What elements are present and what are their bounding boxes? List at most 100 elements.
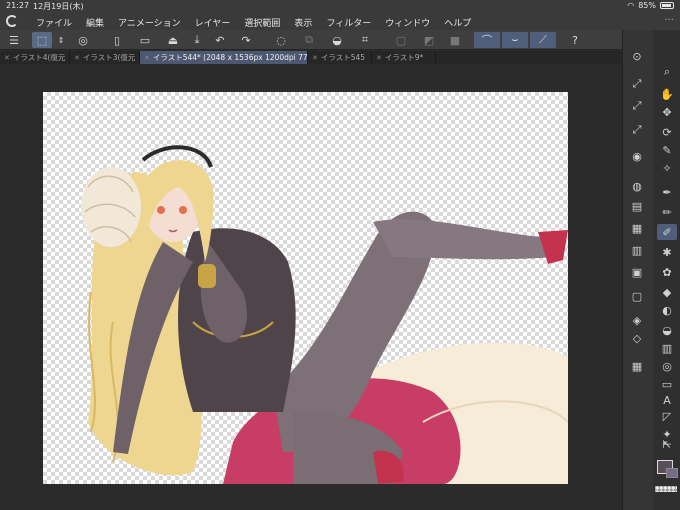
hand-tool-icon[interactable]: ✋ [657,86,677,102]
document-tab[interactable]: ✕ イラスト545 [308,51,372,64]
layer-icon[interactable]: ◇ [627,330,647,346]
gradient-icon[interactable]: ▥ [657,340,677,356]
close-tab-icon[interactable]: ✕ [312,54,318,62]
tab-label: イラスト545 [320,53,366,62]
figure-icon[interactable]: ◎ [657,358,677,374]
layer-search-icon[interactable]: ▦ [627,358,647,374]
airbrush-icon[interactable]: ✱ [657,244,677,260]
illustration-figure [81,145,568,484]
layer-c-icon[interactable]: ■ [446,32,464,48]
clock: 21:27 [6,1,30,10]
transparent-color-swatch[interactable] [655,486,677,492]
save-icon[interactable]: ⏏ [164,32,182,48]
battery-percent: 85% [638,1,656,10]
close-tab-icon[interactable]: ✕ [4,54,10,62]
sub-color-swatch[interactable] [666,468,678,478]
open-icon[interactable]: ▭ [136,32,154,48]
eyedropper-icon[interactable]: ✎ [657,142,677,158]
menu-item[interactable]: 選択範囲 [244,16,280,29]
workspace[interactable] [0,64,622,510]
menu-item[interactable]: アニメーション [118,16,181,29]
battery-icon [660,2,674,9]
color-slider-icon[interactable]: ▤ [627,198,647,214]
rotate-tool-icon[interactable]: ⟳ [657,124,677,140]
document-tab[interactable]: ✕ イラスト9* [372,51,436,64]
app-logo-icon[interactable] [6,15,18,27]
pen-b-icon[interactable]: ⌣ [502,32,528,48]
text-icon[interactable]: A [657,392,677,408]
pen-icon[interactable]: ✒ [657,184,677,200]
intermediate-color-icon[interactable]: ▥ [627,242,647,258]
fill-tool-icon[interactable]: ◒ [657,322,677,338]
close-tab-icon[interactable]: ✕ [144,54,150,62]
layer-a-icon[interactable]: ▢ [392,32,410,48]
tool-panel: ⊙ ⤢ ⤢ ⤢ ◉ ◍ ▤ ▦ ▥ ▣ ▢ ◈ ◇ ▦ ⌕ ✋ ✥ ⟳ ✎ ✧ ✒ ✏ ✐ ✱ ✿ ◆ ◐ ◒ ▥ ◎ ▭ A ◸ ✦ ⊢ ↖ [622,30,680,510]
eraser-icon[interactable]: ◆ [657,284,677,300]
wand-icon[interactable]: ✧ [657,160,677,176]
brush-size-icon[interactable]: ◉ [627,148,647,164]
blend-icon[interactable]: ◐ [657,302,677,318]
document-tab[interactable]: ✕ イラスト4(復元 [0,51,70,64]
wifi-icon: ◠ [627,1,635,10]
tab-label: イラスト544* (2048 x 1536px 1200dpi 77.2%) [152,53,308,62]
close-tab-icon[interactable]: ✕ [74,54,80,62]
menu-items: ファイル 編集 アニメーション レイヤー 選択範囲 表示 フィルター ウィンドウ ヘルプ [36,16,471,29]
brush-icon[interactable]: ✐ [657,224,677,240]
copy-icon[interactable]: ⧉ [300,32,318,48]
similar-color-icon[interactable]: ▣ [627,264,647,280]
help-icon[interactable]: ? [566,32,584,48]
stepper-icon[interactable]: ⇕ [56,32,66,48]
pencil-icon[interactable]: ✏ [657,204,677,220]
selection-icon[interactable]: ⬚ [32,32,52,48]
drawing-canvas[interactable] [43,92,568,484]
fit-icon[interactable]: ◎ [74,32,92,48]
tab-label: イラスト9* [384,53,424,62]
color-history-icon[interactable]: ▢ [627,288,647,304]
menu-item[interactable]: レイヤー [195,16,231,29]
tab-label: イラスト3(復元 [82,53,136,62]
tool-column: ⌕ ✋ ✥ ⟳ ✎ ✧ ✒ ✏ ✐ ✱ ✿ ◆ ◐ ◒ ▥ ◎ ▭ A ◸ ✦ ⊢ ↖ [653,30,680,510]
crop-icon[interactable]: ⌗ [356,32,374,48]
frame-icon[interactable]: ▭ [657,376,677,392]
zoom-icon[interactable]: ⊙ [627,48,647,64]
zoom-tool-icon[interactable]: ⌕ [657,64,677,80]
color-set-icon[interactable]: ▦ [627,220,647,236]
status-bar: 21:27 12月19日(木) ◠ 85% [0,0,680,12]
ruffle [81,167,141,247]
menu-item[interactable]: ファイル [36,16,72,29]
raised-leg [373,219,553,260]
balloon-icon[interactable]: ◸ [657,408,677,424]
more-icon[interactable]: ··· [664,15,674,26]
move-tool-icon[interactable]: ✥ [657,104,677,120]
menu-item[interactable]: 表示 [294,16,312,29]
sub-tool-icon[interactable]: ⤢ [627,98,647,114]
select-arrow-icon[interactable]: ↖ [657,436,677,452]
decoration-icon[interactable]: ✿ [657,264,677,280]
undo-icon[interactable]: ↶ [212,32,228,48]
document-tab[interactable]: ✕ イラスト3(復元 [70,51,140,64]
wristband [198,264,216,288]
palette-column: ⊙ ⤢ ⤢ ⤢ ◉ ◍ ▤ ▦ ▥ ▣ ▢ ◈ ◇ ▦ [623,30,651,510]
transform-icon[interactable]: ◌ [272,32,290,48]
redo-icon[interactable]: ↷ [238,32,254,48]
menu-item[interactable]: 編集 [86,16,104,29]
pen-a-icon[interactable]: ⌒ [474,32,500,48]
status-right: ◠ 85% [627,1,674,10]
menu-bar: ファイル 編集 アニメーション レイヤー 選択範囲 表示 フィルター ウィンドウ ヘルプ ··· [0,12,680,30]
close-tab-icon[interactable]: ✕ [376,54,382,62]
pen-c-icon[interactable]: ⟋ [530,32,556,48]
date: 12月19日(木) [33,2,84,11]
layer-property-icon[interactable]: ◈ [627,312,647,328]
color-circle-icon[interactable]: ◍ [627,178,647,194]
layer-b-icon[interactable]: ◩ [420,32,438,48]
navigator-icon[interactable]: ⤢ [627,76,647,92]
menu-icon[interactable]: ☰ [6,32,22,48]
menu-item[interactable]: ウィンドウ [385,16,430,29]
export-icon[interactable]: ⤓ [188,32,206,48]
fill-icon[interactable]: ◒ [328,32,346,48]
document-tab[interactable]: ✕ イラスト544* (2048 x 1536px 1200dpi 77.2%) [140,51,308,64]
tool-property-icon[interactable]: ⤢ [627,122,647,138]
new-icon[interactable]: ▯ [108,32,126,48]
menu-item[interactable]: ヘルプ [444,16,471,29]
menu-item[interactable]: フィルター [326,16,371,29]
